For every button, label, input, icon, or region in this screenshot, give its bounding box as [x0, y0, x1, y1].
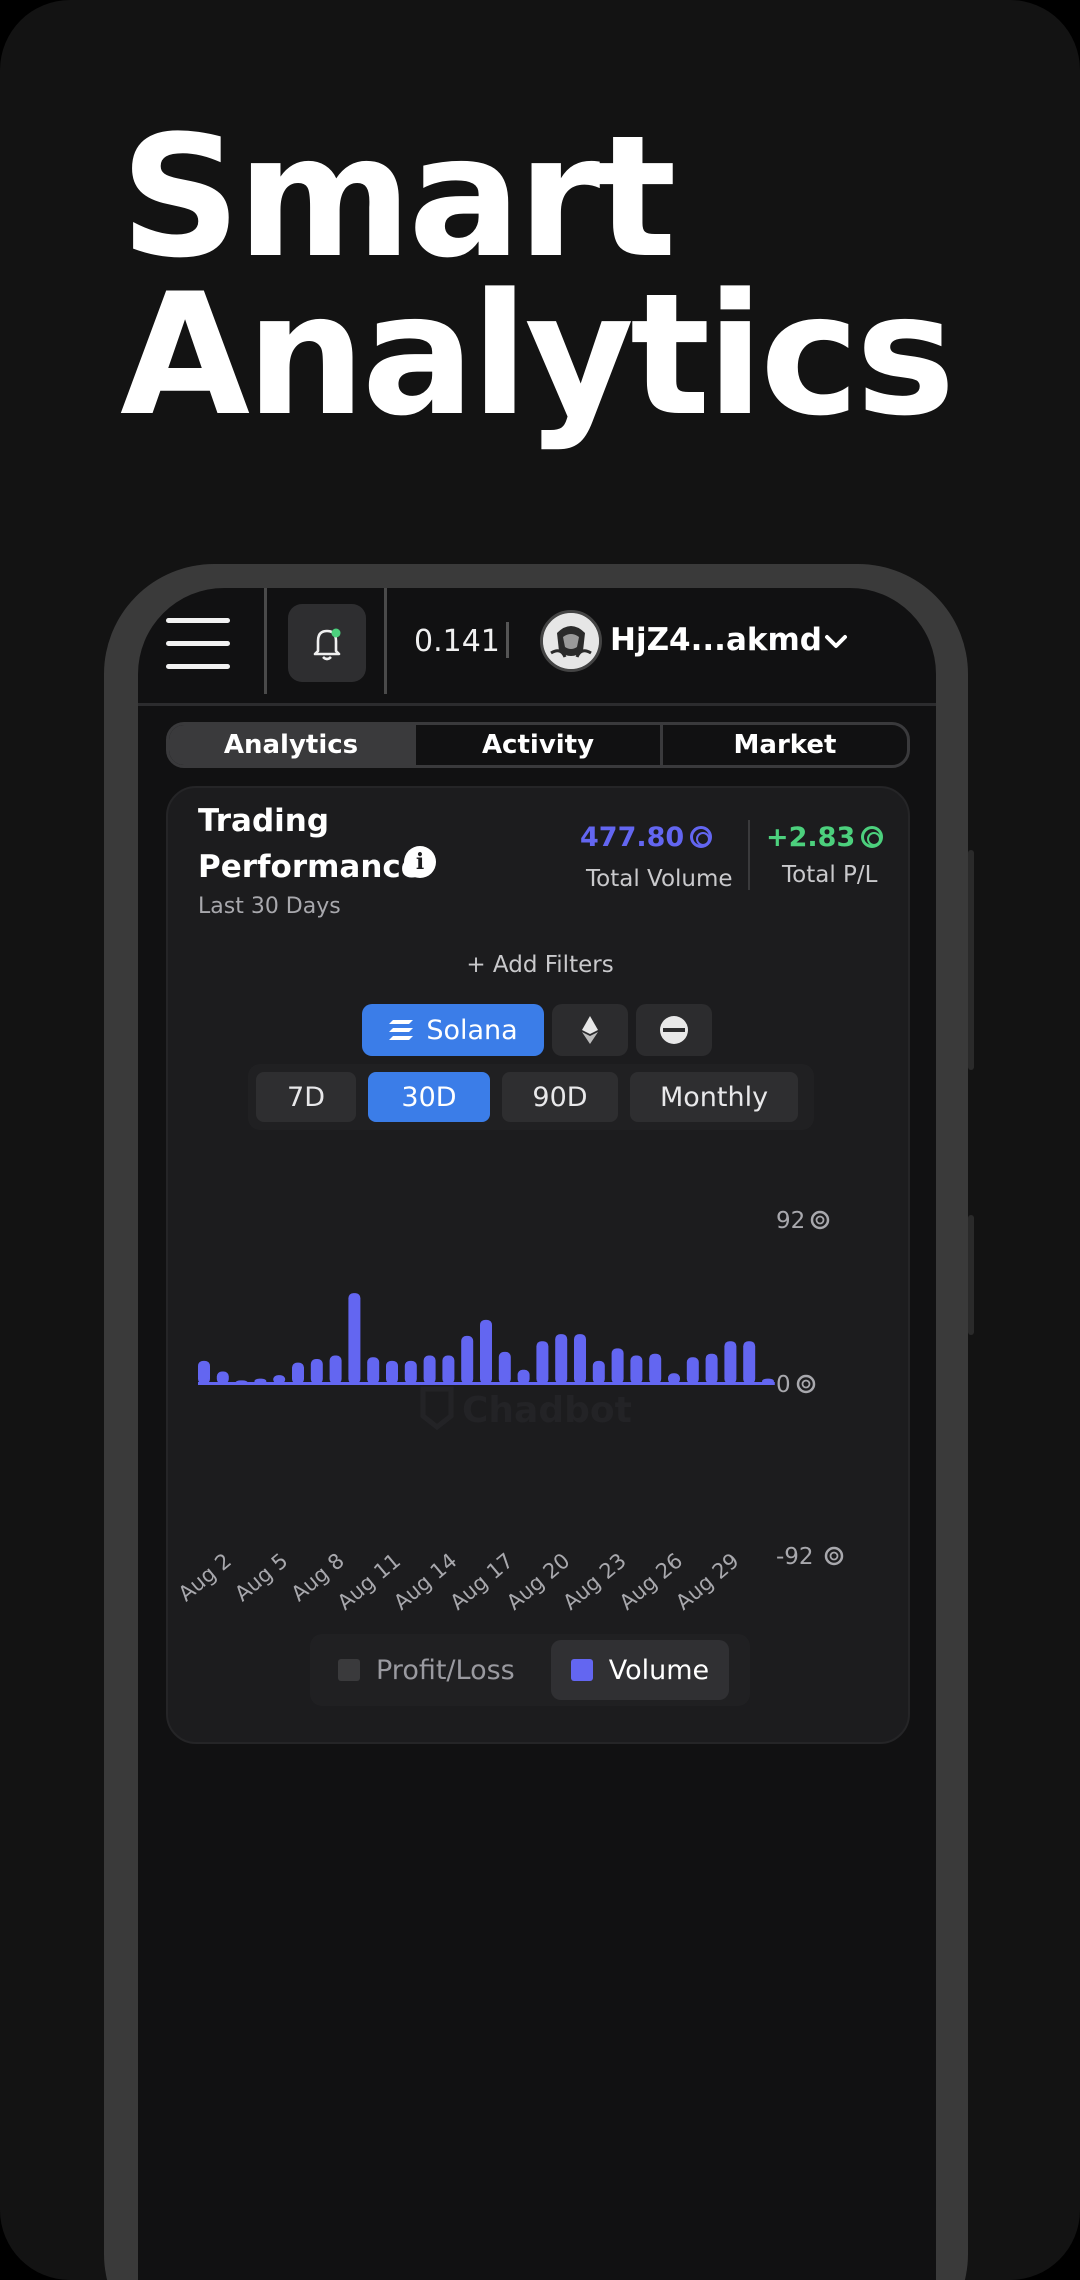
range-selector: 7D 30D 90D Monthly	[248, 1064, 814, 1130]
volume-bar[interactable]	[442, 1355, 455, 1384]
chevron-down-icon[interactable]	[822, 628, 850, 656]
avatar-image	[543, 613, 599, 669]
chain-selector: Solana	[362, 1004, 720, 1056]
volume-bar[interactable]	[592, 1360, 605, 1384]
total-pl-value: +2.83	[766, 822, 884, 853]
svg-text:-92: -92	[776, 1544, 814, 1570]
volume-bar[interactable]	[367, 1357, 380, 1384]
app-screen: 0.141 HjZ4...akmd Analytics Activity Mar…	[138, 588, 936, 2280]
chain-label: Solana	[426, 1014, 518, 1046]
volume-bar[interactable]	[649, 1353, 662, 1384]
x-tick-label: Aug 14	[389, 1548, 461, 1614]
add-filters-button[interactable]: + Add Filters	[168, 952, 912, 978]
volume-bar[interactable]	[198, 1360, 210, 1384]
volume-bar[interactable]	[498, 1351, 511, 1384]
total-volume-label: Total Volume	[586, 866, 733, 892]
total-volume-value: 477.80	[580, 822, 713, 853]
main-tabs: Analytics Activity Market	[166, 722, 910, 768]
y-tick-label: 0	[776, 1372, 816, 1398]
period-subtitle: Last 30 Days	[198, 894, 341, 919]
divider	[384, 588, 387, 694]
x-tick-label: Aug 29	[671, 1548, 743, 1614]
range-90d-button[interactable]: 90D	[502, 1072, 618, 1122]
chain-ethereum-button[interactable]	[552, 1004, 628, 1056]
volume-bar[interactable]	[724, 1341, 737, 1384]
total-pl-label: Total P/L	[782, 862, 878, 888]
volume-bar[interactable]	[574, 1334, 586, 1384]
headline-line-2: Analytics	[120, 257, 956, 453]
volume-bar[interactable]	[555, 1334, 568, 1384]
range-monthly-button[interactable]: Monthly	[630, 1072, 798, 1122]
legend-profit-loss[interactable]: Profit/Loss	[318, 1640, 535, 1700]
x-tick-label: Aug 2	[174, 1548, 236, 1606]
divider	[748, 820, 750, 890]
volume-bar[interactable]	[517, 1369, 530, 1384]
svg-text:92: 92	[776, 1208, 805, 1234]
bell-icon	[313, 628, 341, 661]
volume-bar[interactable]	[705, 1353, 718, 1384]
volume-bar[interactable]	[423, 1355, 436, 1384]
chain-solana-button[interactable]: Solana	[362, 1004, 544, 1056]
phone-side-button	[968, 1215, 974, 1335]
volume-bar[interactable]	[348, 1293, 361, 1384]
legend-label: Volume	[608, 1654, 710, 1686]
x-tick-label: Aug 23	[558, 1548, 630, 1614]
promo-page: Smart Analytics 0.141 HjZ4...akmd Analyt…	[0, 0, 1080, 2280]
headline: Smart Analytics	[120, 99, 956, 453]
legend-label: Profit/Loss	[376, 1654, 515, 1686]
x-tick-label: Aug 20	[502, 1548, 574, 1614]
y-tick-label: 92	[776, 1208, 830, 1234]
wallet-address[interactable]: HjZ4...akmd	[610, 622, 822, 658]
divider	[264, 588, 267, 694]
volume-chart: 920-92Aug 2Aug 5Aug 8Aug 11Aug 14Aug 17A…	[174, 1208, 844, 1615]
divider	[506, 622, 509, 658]
x-tick-label: Aug 11	[333, 1548, 405, 1614]
info-icon[interactable]: i	[404, 846, 436, 878]
zero-baseline	[198, 1382, 775, 1385]
volume-bar[interactable]	[329, 1355, 342, 1384]
tab-activity[interactable]: Activity	[416, 725, 663, 765]
volume-bar[interactable]	[310, 1359, 323, 1384]
tab-analytics[interactable]: Analytics	[169, 725, 416, 765]
volume-bar[interactable]	[743, 1341, 756, 1384]
trading-performance-card: Trading Performance i Last 30 Days 477.8…	[166, 786, 910, 1744]
volume-bar[interactable]	[536, 1341, 549, 1384]
x-tick-label: Aug 17	[446, 1548, 518, 1614]
x-tick-label: Aug 26	[615, 1548, 687, 1614]
volume-bar[interactable]	[630, 1355, 643, 1384]
ethereum-icon	[582, 1016, 598, 1044]
y-tick-label: -92	[776, 1544, 844, 1570]
legend-swatch	[338, 1659, 360, 1681]
volume-bar[interactable]	[292, 1362, 304, 1384]
volume-bar[interactable]	[611, 1348, 624, 1384]
notifications-button[interactable]	[288, 604, 366, 682]
legend-volume[interactable]: Volume	[550, 1640, 730, 1700]
volume-bar[interactable]	[461, 1335, 474, 1384]
sol-coin-icon	[861, 826, 884, 848]
chain-base-button[interactable]	[636, 1004, 712, 1056]
base-icon	[660, 1016, 688, 1044]
volume-bar[interactable]	[480, 1319, 492, 1384]
app-topbar: 0.141 HjZ4...akmd	[138, 588, 936, 706]
legend-swatch	[570, 1659, 593, 1681]
headline-line-1: Smart	[120, 99, 677, 295]
solana-icon	[389, 1020, 414, 1040]
volume-bar[interactable]	[404, 1360, 417, 1384]
range-30d-button[interactable]: 30D	[368, 1072, 490, 1122]
svg-text:0: 0	[776, 1372, 791, 1398]
x-tick-label: Aug 5	[230, 1548, 292, 1606]
volume-bar[interactable]	[386, 1360, 398, 1384]
tab-market[interactable]: Market	[663, 725, 907, 765]
sol-balance: 0.141	[414, 624, 500, 659]
range-7d-button[interactable]: 7D	[256, 1072, 356, 1122]
sol-coin-icon	[690, 826, 713, 848]
chart-legend: Profit/Loss Volume	[310, 1634, 750, 1706]
avatar[interactable]	[540, 610, 602, 672]
volume-bar[interactable]	[686, 1357, 699, 1384]
menu-icon[interactable]	[166, 618, 230, 670]
card-title: Trading Performance	[198, 803, 422, 885]
phone-side-button	[968, 850, 974, 1070]
